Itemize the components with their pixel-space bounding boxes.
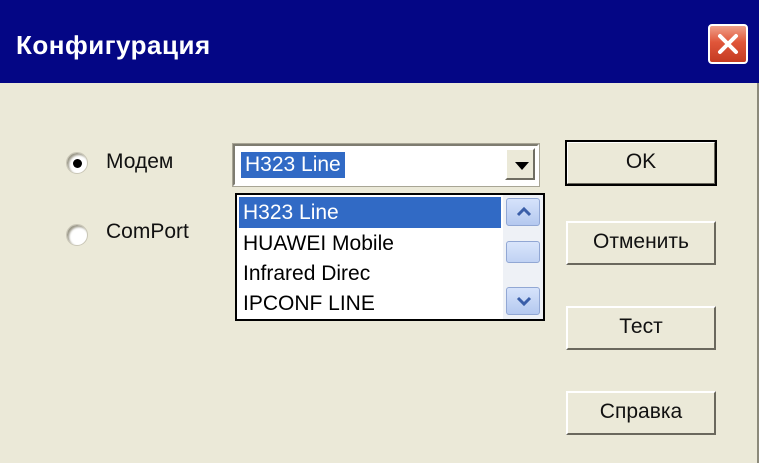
radio-modem-label[interactable]: Модем bbox=[106, 150, 173, 174]
test-button[interactable]: Тест bbox=[566, 306, 716, 350]
line-options-list[interactable]: H323 Line HUAWEI Mobile Infrared Direc I… bbox=[235, 193, 545, 321]
list-item[interactable]: Infrared Direc bbox=[239, 258, 501, 289]
radio-modem[interactable] bbox=[66, 152, 88, 174]
scroll-up-button[interactable] bbox=[506, 198, 540, 226]
scroll-down-icon bbox=[516, 296, 532, 307]
scroll-thumb[interactable] bbox=[506, 241, 540, 263]
radio-comport[interactable] bbox=[66, 224, 88, 246]
scroll-down-button[interactable] bbox=[506, 287, 540, 315]
radio-checked-dot bbox=[73, 159, 82, 168]
close-icon bbox=[718, 34, 738, 54]
scrollbar[interactable] bbox=[503, 195, 543, 319]
radio-comport-label[interactable]: ComPort bbox=[106, 220, 189, 244]
scroll-up-icon bbox=[516, 206, 532, 217]
dropdown-button[interactable] bbox=[505, 148, 535, 180]
close-button[interactable] bbox=[708, 24, 748, 64]
list-item[interactable]: IPCONF LINE bbox=[239, 288, 501, 319]
list-item[interactable]: HUAWEI Mobile bbox=[239, 228, 501, 259]
line-select[interactable]: H323 Line bbox=[232, 143, 540, 187]
chevron-down-icon bbox=[515, 162, 529, 170]
title-bar[interactable]: Конфигурация bbox=[0, 0, 759, 83]
cancel-button[interactable]: Отменить bbox=[566, 221, 716, 265]
ok-button[interactable]: OK bbox=[565, 140, 717, 186]
config-dialog: Конфигурация Модем ComPort H323 Line H32… bbox=[0, 0, 759, 463]
help-button[interactable]: Справка bbox=[566, 391, 716, 435]
line-select-value: H323 Line bbox=[241, 152, 345, 178]
window-title: Конфигурация bbox=[16, 30, 211, 60]
list-item[interactable]: H323 Line bbox=[239, 197, 501, 228]
